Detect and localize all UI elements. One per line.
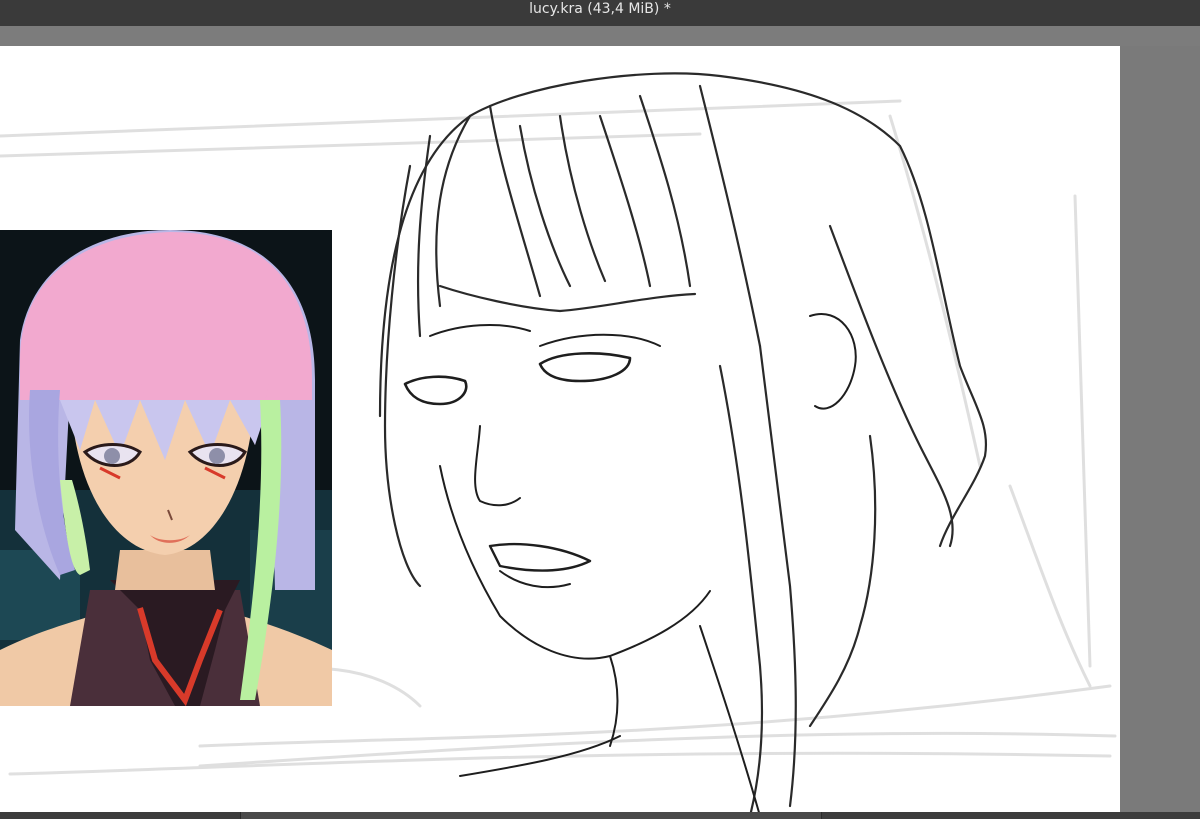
canvas[interactable] [0,46,1120,812]
reference-portrait-art [0,230,332,706]
krita-window: lucy.kra (43,4 MiB) * [0,0,1200,819]
reference-image[interactable] [0,230,332,706]
bottom-scroll-bar[interactable] [0,812,1200,819]
workspace-margin-right [1120,46,1200,812]
horizontal-scroll-thumb[interactable] [240,812,822,819]
title-bar: lucy.kra (43,4 MiB) * [0,0,1200,27]
window-title: lucy.kra (43,4 MiB) * [529,1,671,17]
hair-lines [378,72,988,812]
workspace-top-strip [0,26,1200,46]
